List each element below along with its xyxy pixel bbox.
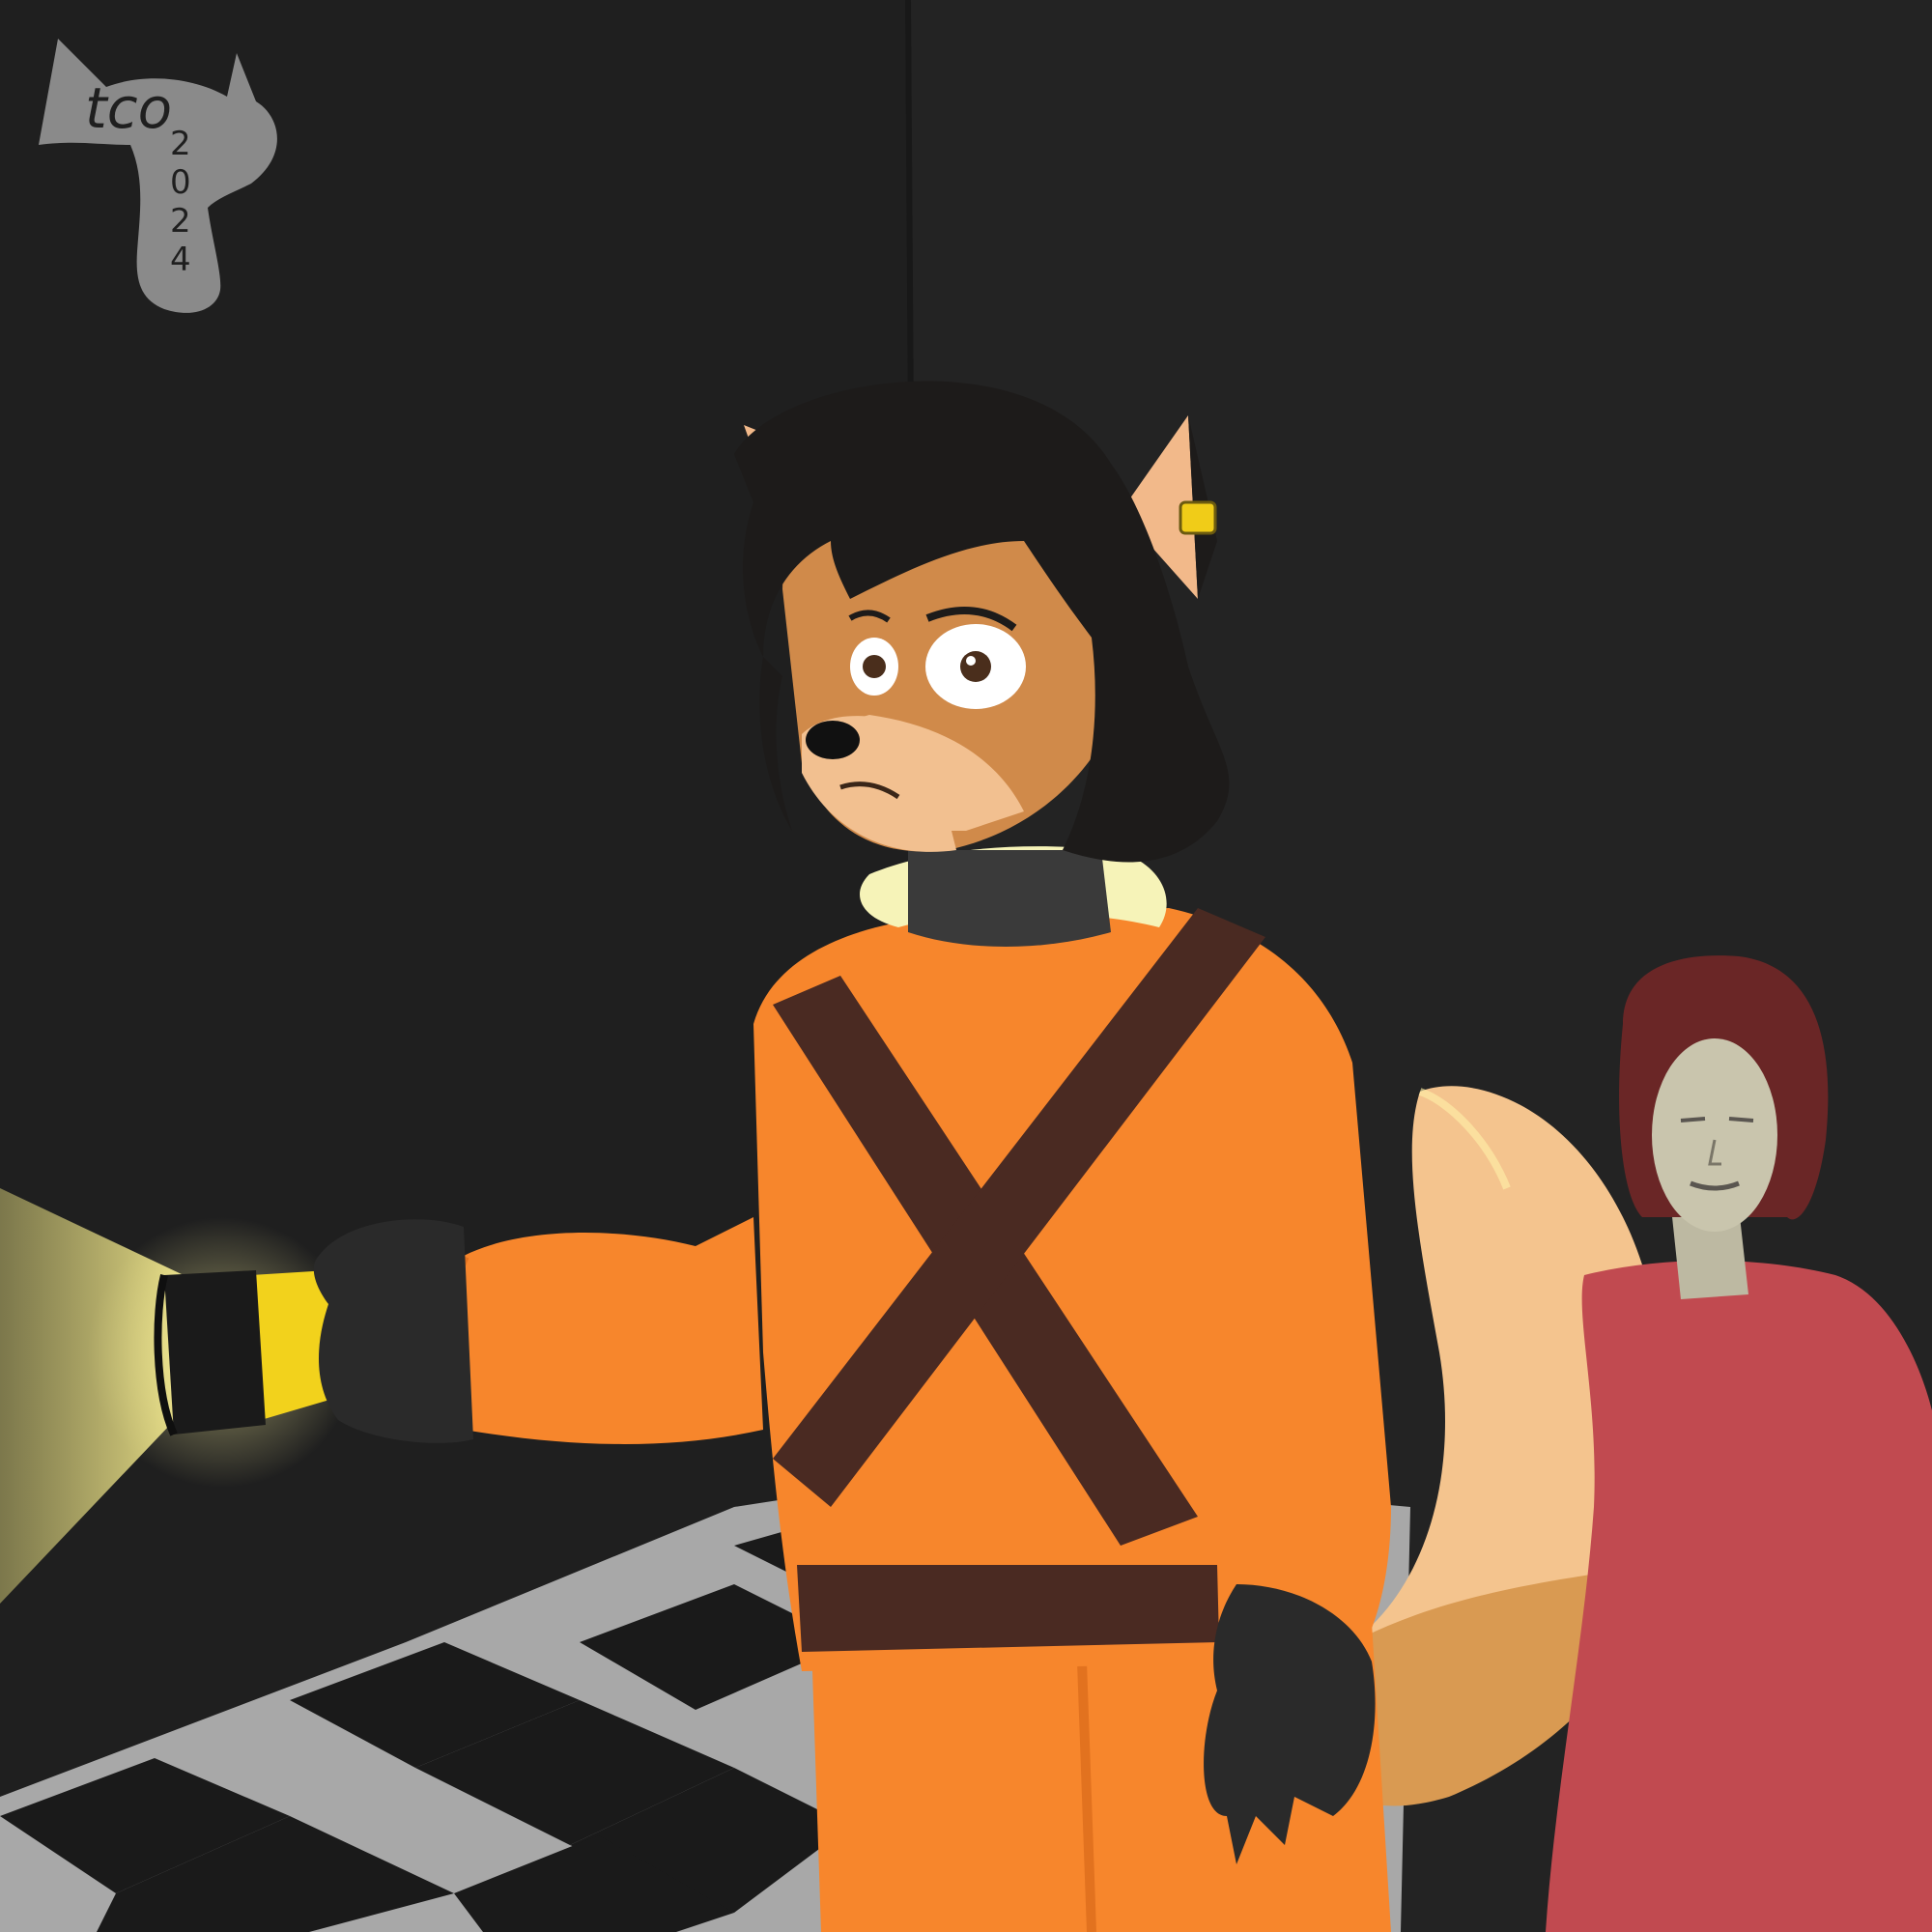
illustration: tco 2 0 2 4 xyxy=(0,0,1932,1932)
signature-initials: tco xyxy=(85,75,172,141)
signature-year-digit-3: 2 xyxy=(170,202,191,241)
earring xyxy=(1179,500,1217,535)
signature-year-digit-2: 0 xyxy=(170,163,191,202)
signature-year-digit-4: 4 xyxy=(170,241,191,279)
signature-year-digit-1: 2 xyxy=(170,125,191,163)
left-glove xyxy=(313,1219,473,1443)
